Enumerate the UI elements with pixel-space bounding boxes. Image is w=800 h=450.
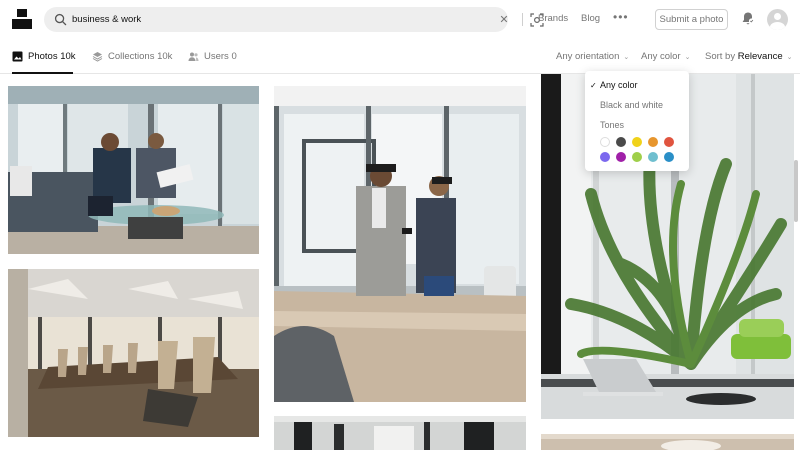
color-filter-dropdown: ✓ Any color Black and white Tones (585, 71, 689, 171)
business-meeting-photo (8, 86, 259, 254)
notification-bell-icon[interactable] (741, 11, 755, 26)
tab-collections[interactable]: Collections 10k (92, 38, 172, 74)
tab-users[interactable]: Users 0 (188, 38, 237, 74)
sort-value-label: Relevance (737, 51, 783, 62)
orientation-filter-label: Any orientation (556, 51, 620, 62)
swatch-teal[interactable] (648, 152, 658, 162)
office-desk-photo (541, 434, 794, 450)
swatch-yellow[interactable] (632, 137, 642, 147)
checkmark-icon: ✓ (590, 81, 597, 90)
office-phone-photo (274, 86, 526, 402)
swatch-green[interactable] (632, 152, 642, 162)
swatch-blue[interactable] (664, 152, 674, 162)
conference-room-photo (8, 269, 259, 437)
photo-card[interactable] (274, 416, 526, 450)
swatch-purple[interactable] (600, 152, 610, 162)
search-bar: ✕ (44, 7, 544, 32)
page-scrollbar[interactable] (794, 160, 798, 222)
chevron-down-icon: ⌄ (684, 54, 691, 61)
tab-photos-label: Photos 10k (28, 50, 76, 62)
office-hallway-photo (274, 416, 526, 450)
photo-card[interactable] (8, 86, 259, 254)
search-divider (522, 13, 523, 26)
color-filter[interactable]: Any color ⌄ (641, 51, 690, 62)
chevron-down-icon: ⌄ (786, 54, 793, 61)
tab-users-label: Users 0 (204, 50, 237, 62)
top-header: ✕ Brands Blog ••• Submit a photo (0, 0, 800, 38)
photo-card[interactable] (274, 86, 526, 402)
user-avatar[interactable] (767, 9, 788, 30)
swatch-red[interactable] (664, 137, 674, 147)
search-results-subnav: Photos 10k Collections 10k Users 0 Any o… (0, 38, 800, 74)
tab-collections-label: Collections 10k (108, 50, 173, 62)
sort-prefix-label: Sort by (705, 51, 736, 62)
nav-blog-link[interactable]: Blog (581, 13, 600, 24)
more-menu-icon[interactable]: ••• (613, 10, 629, 24)
photo-card[interactable] (8, 269, 259, 437)
photo-card[interactable] (541, 434, 794, 450)
color-option-any[interactable]: Any color (600, 80, 638, 90)
search-input[interactable] (72, 11, 452, 28)
submit-photo-button[interactable]: Submit a photo (655, 9, 728, 30)
swatch-white[interactable] (600, 137, 610, 147)
photo-icon (12, 51, 23, 61)
orientation-filter[interactable]: Any orientation ⌄ (556, 51, 629, 62)
swatch-magenta[interactable] (616, 152, 626, 162)
users-icon (188, 52, 199, 61)
color-option-tones-label: Tones (600, 120, 625, 130)
chevron-down-icon: ⌄ (623, 54, 630, 61)
search-icon[interactable] (54, 13, 67, 26)
color-filter-label: Any color (641, 51, 681, 62)
clear-search-icon[interactable]: ✕ (496, 11, 512, 27)
collections-icon (92, 51, 103, 62)
sort-filter[interactable]: Sort by Relevance ⌄ (705, 51, 793, 62)
swatch-orange[interactable] (648, 137, 658, 147)
tab-photos[interactable]: Photos 10k (12, 38, 76, 74)
swatch-black[interactable] (616, 137, 626, 147)
nav-brands-link[interactable]: Brands (538, 13, 568, 24)
active-tab-underline (12, 72, 73, 74)
color-option-black-white[interactable]: Black and white (600, 100, 663, 110)
unsplash-logo[interactable] (12, 9, 32, 29)
